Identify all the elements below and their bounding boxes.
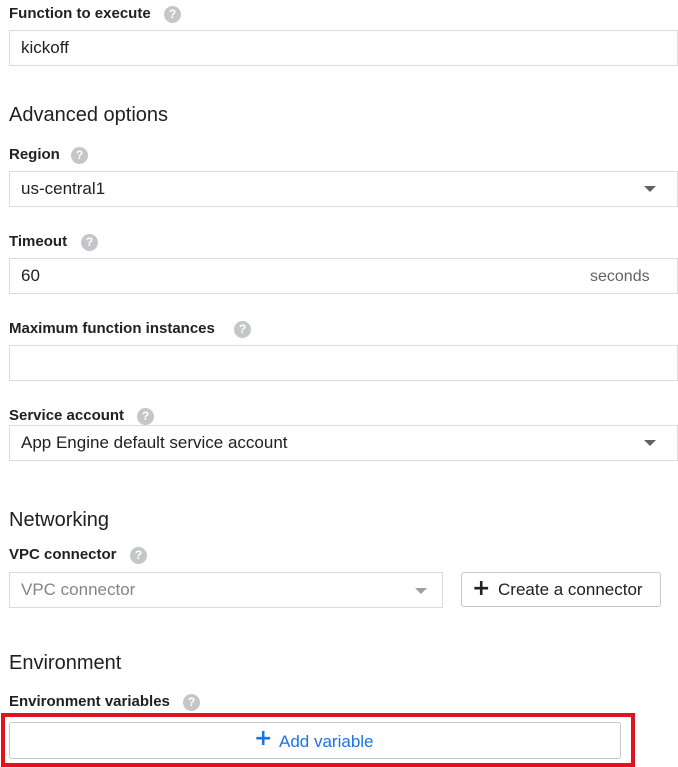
vpc-connector-placeholder: VPC connector [21, 580, 136, 599]
max-instances-label: Maximum function instances [9, 320, 215, 337]
region-label: Region [9, 146, 60, 163]
service-account-label: Service account [9, 407, 125, 424]
plus-icon: + [472, 576, 491, 601]
networking-title: Networking [9, 509, 110, 531]
create-connector-label: Create a connector [498, 580, 643, 599]
vpc-connector-select[interactable]: VPC connector [9, 572, 443, 608]
function-help-icon[interactable]: ? [164, 6, 181, 23]
env-vars-help-icon[interactable]: ? [183, 694, 200, 711]
timeout-value: 60 [21, 266, 40, 285]
caret-down-icon [415, 588, 427, 594]
timeout-help-icon[interactable]: ? [81, 234, 98, 251]
region-select[interactable]: us-central1 [9, 171, 678, 207]
caret-down-icon [644, 440, 656, 446]
region-help-icon[interactable]: ? [71, 147, 88, 164]
add-variable-button[interactable]: + Add variable [9, 722, 621, 759]
timeout-input[interactable]: 60 seconds [9, 258, 678, 294]
environment-title: Environment [9, 652, 122, 674]
timeout-label: Timeout [9, 233, 68, 250]
max-instances-help-icon[interactable]: ? [234, 321, 251, 338]
caret-down-icon [644, 186, 656, 192]
add-variable-label: Add variable [279, 732, 374, 751]
create-connector-button[interactable]: + Create a connector [461, 572, 661, 607]
plus-icon: + [254, 726, 273, 751]
service-account-select[interactable]: App Engine default service account [9, 425, 678, 461]
function-to-execute-value: kickoff [21, 38, 69, 57]
service-account-help-icon[interactable]: ? [137, 408, 154, 425]
region-value: us-central1 [21, 179, 106, 198]
advanced-options-title: Advanced options [9, 104, 169, 126]
service-account-value: App Engine default service account [21, 433, 288, 452]
max-instances-input[interactable] [9, 345, 678, 381]
timeout-unit: seconds [590, 268, 650, 285]
function-to-execute-input[interactable]: kickoff [9, 30, 678, 66]
vpc-help-icon[interactable]: ? [130, 547, 147, 564]
vpc-connector-label: VPC connector [9, 546, 117, 563]
environment-variables-label: Environment variables [9, 693, 170, 710]
function-to-execute-label: Function to execute [9, 5, 151, 22]
